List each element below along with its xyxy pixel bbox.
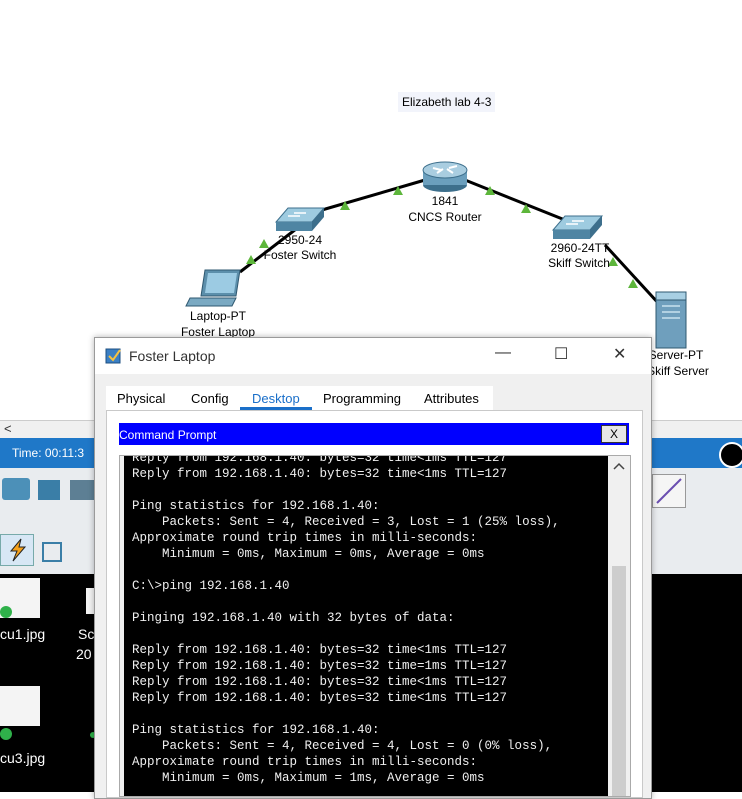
laptop-icon[interactable]: [185, 269, 241, 307]
console-line: Approximate round trip times in milli-se…: [132, 531, 478, 545]
tab-config[interactable]: Config: [191, 391, 229, 406]
sync-check-icon: [0, 606, 12, 618]
console-line: Reply from 192.168.1.40: bytes=32 time=1…: [132, 659, 508, 673]
topology-title: Elizabeth lab 4-3: [398, 92, 496, 112]
scroll-left-arrow-icon[interactable]: <: [4, 421, 12, 436]
console-line: Reply from 192.168.1.40: bytes=32 time<1…: [132, 467, 508, 481]
console-line: Minimum = 0ms, Maximum = 0ms, Average = …: [132, 547, 485, 561]
sync-check-icon: [0, 728, 12, 740]
router-model-label: 1841: [431, 194, 459, 208]
console-line: Ping statistics for 192.168.1.40:: [132, 723, 380, 737]
switch-left-name-label: Foster Switch: [263, 248, 337, 262]
file-label[interactable]: 20: [76, 646, 92, 662]
scroll-thumb[interactable]: [612, 566, 626, 796]
tab-bar: Physical Config Desktop Programming Attr…: [106, 386, 493, 410]
file-label[interactable]: Sc: [78, 626, 94, 642]
command-prompt-title: Command Prompt: [119, 428, 217, 442]
router-name-label: CNCS Router: [408, 210, 482, 224]
console-line: Approximate round trip times in milli-se…: [132, 755, 478, 769]
laptop-model-label: Laptop-PT: [189, 309, 247, 323]
tab-programming[interactable]: Programming: [323, 391, 401, 406]
switch-right-name-label: Skiff Switch: [548, 256, 610, 270]
console-line: Reply from 192.168.1.40: bytes=32 time<1…: [132, 456, 508, 465]
console-line: Packets: Sent = 4, Received = 3, Lost = …: [132, 515, 560, 529]
end-devices-icon[interactable]: [38, 480, 60, 500]
clock-icon[interactable]: [719, 442, 742, 468]
close-button[interactable]: ✕: [613, 344, 626, 364]
title-bar[interactable]: Foster Laptop — ☐ ✕: [95, 338, 651, 374]
window-title: Foster Laptop: [129, 348, 216, 364]
switch-icon[interactable]: [274, 207, 326, 231]
console-line: C:\>ping 192.168.1.40: [132, 579, 290, 593]
console-output[interactable]: Reply from 192.168.1.40: bytes=32 time<1…: [124, 456, 608, 796]
device-window: Foster Laptop — ☐ ✕ Physical Config Desk…: [94, 337, 652, 799]
switch-right-model-label: 2960-24TT: [550, 241, 610, 255]
tab-attributes[interactable]: Attributes: [424, 391, 479, 406]
components-icon[interactable]: [70, 480, 96, 500]
maximize-button[interactable]: ☐: [554, 344, 568, 364]
console-scrollbar[interactable]: [610, 456, 628, 796]
console-line: Ping statistics for 192.168.1.40:: [132, 499, 380, 513]
console-line: Minimum = 0ms, Maximum = 1ms, Average = …: [132, 771, 485, 785]
network-devices-icon[interactable]: [2, 478, 30, 500]
connections-icon[interactable]: [0, 534, 34, 566]
grid-icon[interactable]: [42, 542, 62, 562]
command-prompt-close-button[interactable]: X: [601, 425, 627, 443]
file-thumbnail-icon[interactable]: [86, 588, 94, 614]
console-line: Packets: Sent = 4, Received = 4, Lost = …: [132, 739, 553, 753]
router-icon[interactable]: [422, 161, 468, 192]
time-label: Time: 00:11:3: [12, 446, 85, 460]
console-line: Reply from 192.168.1.40: bytes=32 time<1…: [132, 675, 508, 689]
minimize-button[interactable]: —: [495, 344, 511, 362]
console-text: Reply from 192.168.1.40: bytes=32 time<1…: [132, 456, 560, 786]
server-icon[interactable]: [655, 291, 687, 349]
scroll-up-arrow-icon[interactable]: [613, 462, 625, 470]
file-label[interactable]: cu1.jpg: [0, 626, 45, 642]
console-line: Reply from 192.168.1.40: bytes=32 time<1…: [132, 691, 508, 705]
console-line: Pinging 192.168.1.40 with 32 bytes of da…: [132, 611, 455, 625]
console-frame: Reply from 192.168.1.40: bytes=32 time<1…: [119, 455, 631, 797]
file-thumbnail-icon[interactable]: [0, 686, 40, 726]
cable-icon[interactable]: [652, 474, 686, 508]
command-prompt-header: Command Prompt X: [119, 423, 629, 445]
console-line: Reply from 192.168.1.40: bytes=32 time<1…: [132, 643, 508, 657]
tab-desktop[interactable]: Desktop: [252, 391, 300, 406]
tab-content: Command Prompt X Reply from 192.168.1.40…: [106, 410, 643, 798]
packet-tracer-app-icon: [105, 348, 121, 364]
switch-left-model-label: 2950-24: [277, 233, 323, 247]
tab-physical[interactable]: Physical: [117, 391, 165, 406]
link-switch-router: [314, 178, 426, 214]
file-label[interactable]: cu3.jpg: [0, 750, 45, 766]
